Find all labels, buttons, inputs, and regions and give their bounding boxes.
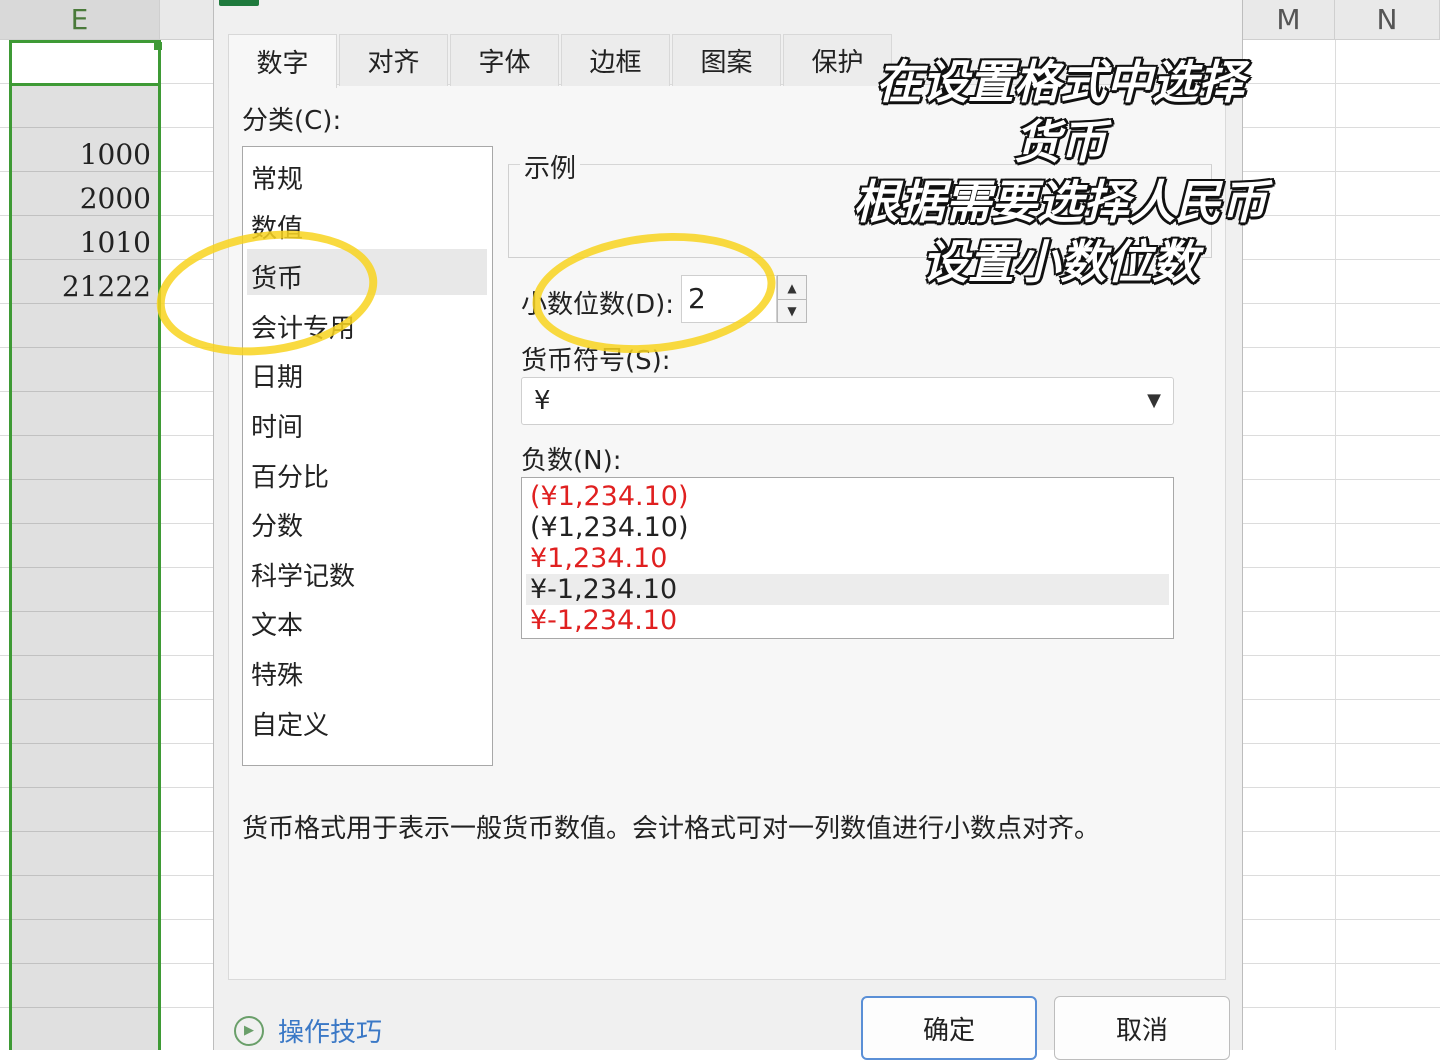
cancel-button[interactable]: 取消: [1054, 996, 1230, 1060]
cell-value[interactable]: 1000: [80, 138, 151, 171]
negative-option[interactable]: ¥-1,234.10: [530, 605, 677, 636]
tab-label: 字体: [478, 48, 531, 78]
annotation-line: 根据需要选择人民币: [853, 175, 1267, 229]
negative-option[interactable]: (¥1,234.10): [530, 481, 688, 512]
negative-numbers-label: 负数(N):: [521, 446, 622, 476]
category-item[interactable]: 特殊: [251, 655, 303, 692]
annotation-line: 设置小数位数: [922, 235, 1198, 289]
cell-value[interactable]: 21222: [62, 270, 151, 303]
category-item[interactable]: 时间: [251, 407, 303, 444]
cell-value[interactable]: 2000: [80, 182, 151, 215]
sample-label: 示例: [520, 148, 581, 185]
decimal-places-stepper[interactable]: ▲ ▼: [777, 275, 807, 323]
column-header[interactable]: [160, 0, 215, 40]
category-item[interactable]: 百分比: [251, 457, 329, 494]
negative-option[interactable]: (¥1,234.10): [530, 512, 688, 543]
tab-label: 数字: [256, 49, 309, 79]
column-label: N: [1376, 3, 1398, 36]
help-link-label: 操作技巧: [278, 1018, 383, 1048]
category-item[interactable]: 分数: [251, 506, 303, 543]
fill-handle[interactable]: [154, 42, 162, 50]
column-label: E: [70, 3, 89, 36]
active-cell[interactable]: [9, 40, 161, 86]
grid-line: [1335, 40, 1336, 1050]
column-label: M: [1276, 3, 1301, 36]
category-item[interactable]: 常规: [251, 159, 303, 196]
column-header-e[interactable]: E: [0, 0, 160, 40]
negative-option[interactable]: ¥1,234.10: [530, 543, 667, 574]
currency-symbol-value: ¥: [534, 386, 551, 416]
annotation-text: 在设置格式中选择 货币 根据需要选择人民币 设置小数位数: [830, 52, 1290, 292]
tab-number[interactable]: 数字: [228, 34, 337, 88]
negative-numbers-list[interactable]: (¥1,234.10) (¥1,234.10) ¥1,234.10 ¥-1,23…: [521, 477, 1174, 639]
category-label: 分类(C):: [242, 106, 342, 136]
tab-border[interactable]: 边框: [561, 34, 670, 86]
negative-option[interactable]: ¥-1,234.10: [530, 574, 677, 605]
ok-button[interactable]: 确定: [861, 996, 1037, 1060]
annotation-line: 在设置格式中选择: [876, 55, 1244, 109]
tab-pattern[interactable]: 图案: [672, 34, 781, 86]
column-header-n[interactable]: N: [1335, 0, 1440, 40]
category-item[interactable]: 文本: [251, 605, 303, 642]
format-description: 货币格式用于表示一般货币数值。会计格式可对一列数值进行小数点对齐。: [242, 814, 1101, 844]
tab-font[interactable]: 字体: [450, 34, 559, 86]
category-item[interactable]: 日期: [251, 357, 303, 394]
currency-symbol-select[interactable]: ¥ ▼: [521, 377, 1174, 425]
app-icon: [219, 0, 259, 6]
decrement-arrow-icon[interactable]: ▼: [778, 299, 806, 322]
dropdown-caret-icon: ▼: [1147, 390, 1161, 411]
category-item[interactable]: 科学记数: [251, 556, 355, 593]
cell-value[interactable]: 1010: [80, 226, 151, 259]
tab-bar: 数字 对齐 字体 边框 图案 保护: [228, 34, 894, 88]
increment-arrow-icon[interactable]: ▲: [778, 276, 806, 300]
column-header-m[interactable]: M: [1243, 0, 1335, 40]
tab-label: 对齐: [367, 48, 420, 78]
category-item[interactable]: 自定义: [251, 705, 329, 742]
tab-alignment[interactable]: 对齐: [339, 34, 448, 86]
tab-label: 边框: [589, 48, 642, 78]
help-link[interactable]: ▶ 操作技巧: [234, 1012, 382, 1049]
annotation-line: 货币: [1014, 115, 1106, 169]
play-icon: ▶: [234, 1015, 264, 1046]
tab-label: 图案: [700, 48, 753, 78]
